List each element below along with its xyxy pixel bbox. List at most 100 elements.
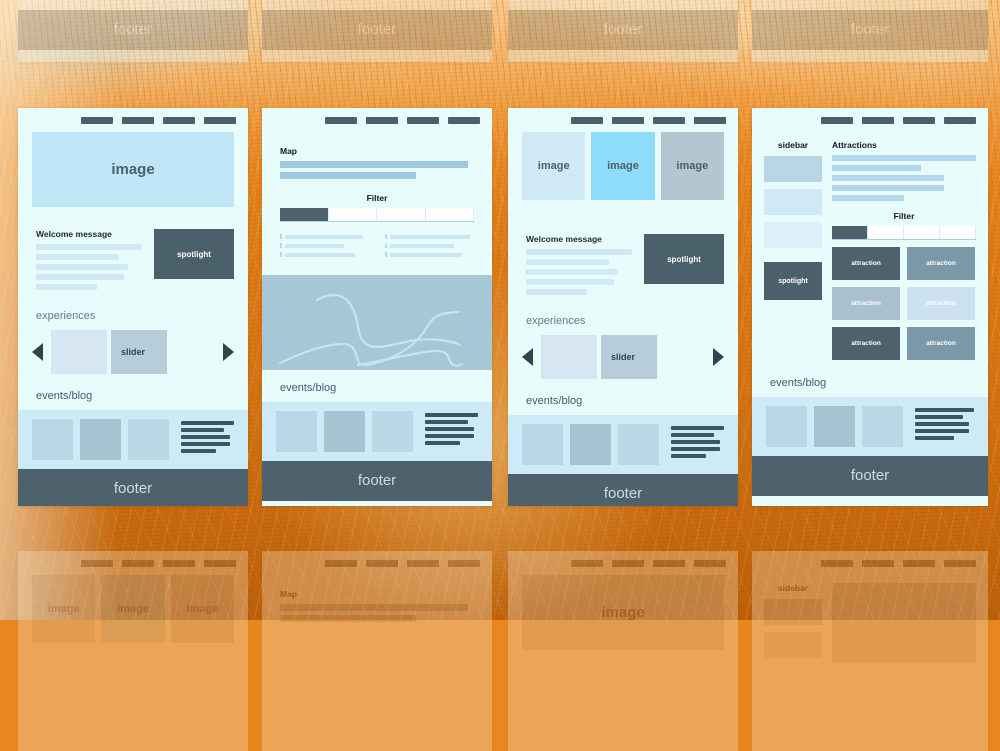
attraction-tile[interactable]: attraction <box>832 327 900 360</box>
nav-item[interactable] <box>944 117 976 124</box>
attraction-tile[interactable]: attraction <box>832 287 900 320</box>
nav-item[interactable] <box>612 117 644 124</box>
nav-item[interactable] <box>204 560 236 567</box>
nav-item[interactable] <box>325 560 357 567</box>
nav-item[interactable] <box>204 117 236 124</box>
nav-item[interactable] <box>122 560 154 567</box>
nav-item[interactable] <box>653 560 685 567</box>
filter-tab[interactable] <box>940 226 976 239</box>
nav-item[interactable] <box>325 117 357 124</box>
gallery-image[interactable]: image <box>101 575 165 643</box>
nav-item[interactable] <box>163 560 195 567</box>
slider-prev-arrow-icon[interactable] <box>522 348 533 366</box>
sidebar-block[interactable] <box>764 156 822 182</box>
nav-item[interactable] <box>944 560 976 567</box>
filter-tab[interactable] <box>868 226 904 239</box>
sidebar-block[interactable] <box>764 599 822 625</box>
slider-slide[interactable] <box>601 335 657 379</box>
slider-slide[interactable] <box>51 330 107 374</box>
blog-thumb[interactable] <box>372 411 413 452</box>
nav-item[interactable] <box>903 117 935 124</box>
nav-item[interactable] <box>694 117 726 124</box>
slider-next-arrow-icon[interactable] <box>713 348 724 366</box>
slider-slide[interactable] <box>541 335 597 379</box>
list-item[interactable] <box>280 234 369 239</box>
blog-thumb[interactable] <box>570 424 611 465</box>
blog-thumb[interactable] <box>766 406 807 447</box>
attraction-tile[interactable]: attraction <box>907 287 975 320</box>
nav-item[interactable] <box>448 117 480 124</box>
experiences-slider[interactable]: slider <box>32 328 234 376</box>
experiences-slider[interactable]: slider <box>522 333 724 381</box>
attraction-tile[interactable]: attraction <box>907 327 975 360</box>
list-item[interactable] <box>385 234 474 239</box>
map-visualization[interactable] <box>262 275 492 370</box>
gallery-image[interactable]: image <box>660 132 724 200</box>
nav-item[interactable] <box>862 560 894 567</box>
nav-item[interactable] <box>366 560 398 567</box>
nav-item[interactable] <box>862 117 894 124</box>
blog-thumb[interactable] <box>862 406 903 447</box>
spotlight-block[interactable]: spotlight <box>764 262 822 300</box>
filter-tab-active[interactable] <box>832 226 868 239</box>
nav-item[interactable] <box>407 117 439 124</box>
nav-item[interactable] <box>653 117 685 124</box>
nav-item[interactable] <box>448 560 480 567</box>
list-item[interactable] <box>385 243 474 248</box>
filter-tab[interactable] <box>377 208 426 221</box>
list-item[interactable] <box>280 243 369 248</box>
wireframe-card-map[interactable]: Map Filter events/blog footer <box>262 108 492 506</box>
attraction-tile[interactable]: attraction <box>907 247 975 280</box>
filter-tab[interactable] <box>425 208 474 221</box>
nav-item[interactable] <box>571 560 603 567</box>
slider-prev-arrow-icon[interactable] <box>32 343 43 361</box>
nav-item[interactable] <box>122 117 154 124</box>
ghost-card-bottom-gallery[interactable]: image image image <box>18 551 248 751</box>
ghost-card-bottom-hero[interactable]: image <box>508 551 738 751</box>
blog-thumb[interactable] <box>522 424 563 465</box>
nav-item[interactable] <box>903 560 935 567</box>
nav-item[interactable] <box>366 117 398 124</box>
nav-item[interactable] <box>81 560 113 567</box>
list-item[interactable] <box>280 252 369 257</box>
filter-tab[interactable] <box>328 208 377 221</box>
ghost-card-top-2[interactable]: footer <box>262 0 492 62</box>
nav-item[interactable] <box>694 560 726 567</box>
wireframe-card-home[interactable]: image Welcome message spotlight experien… <box>18 108 248 506</box>
ghost-card-top-3[interactable]: footer <box>508 0 738 62</box>
spotlight-block[interactable]: spotlight <box>644 234 724 284</box>
gallery-image[interactable]: image <box>32 575 96 643</box>
blog-thumb[interactable] <box>324 411 365 452</box>
filter-tab[interactable] <box>904 226 940 239</box>
nav-item[interactable] <box>612 560 644 567</box>
nav-item[interactable] <box>407 560 439 567</box>
filter-tab-active[interactable] <box>280 208 329 221</box>
gallery-image-highlighted[interactable]: image <box>591 132 655 200</box>
wireframe-card-attractions[interactable]: sidebar spotlight Attractions Filter att… <box>752 108 988 506</box>
nav-item[interactable] <box>821 560 853 567</box>
slider-slide[interactable] <box>111 330 167 374</box>
ghost-card-bottom-map[interactable]: Map <box>262 551 492 751</box>
spotlight-block[interactable]: spotlight <box>154 229 234 279</box>
gallery-image[interactable]: image <box>170 575 234 643</box>
nav-item[interactable] <box>163 117 195 124</box>
blog-thumb[interactable] <box>814 406 855 447</box>
blog-thumb[interactable] <box>618 424 659 465</box>
ghost-card-bottom-sidebar[interactable]: sidebar <box>752 551 988 751</box>
sidebar-block[interactable] <box>764 632 822 658</box>
nav-item[interactable] <box>821 117 853 124</box>
blog-thumb[interactable] <box>32 419 73 460</box>
blog-thumb[interactable] <box>276 411 317 452</box>
attraction-tile[interactable]: attraction <box>832 247 900 280</box>
list-item[interactable] <box>385 252 474 257</box>
wireframe-card-gallery[interactable]: image image image Welcome message spotli… <box>508 108 738 506</box>
slider-next-arrow-icon[interactable] <box>223 343 234 361</box>
blog-thumb[interactable] <box>80 419 121 460</box>
nav-item[interactable] <box>571 117 603 124</box>
nav-item[interactable] <box>81 117 113 124</box>
blog-thumb[interactable] <box>128 419 169 460</box>
gallery-image[interactable]: image <box>522 132 586 200</box>
sidebar-block[interactable] <box>764 189 822 215</box>
sidebar-block[interactable] <box>764 222 822 248</box>
ghost-card-top-4[interactable]: footer <box>752 0 988 62</box>
